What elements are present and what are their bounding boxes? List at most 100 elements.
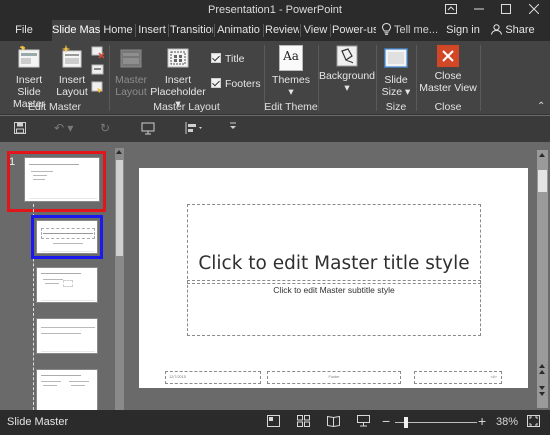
sign-in-link[interactable]: Sign in <box>445 20 481 41</box>
reading-view-icon[interactable] <box>327 415 340 430</box>
layout-thumbnail[interactable] <box>36 267 98 303</box>
tab-review[interactable]: Review <box>265 20 299 41</box>
master-slide-canvas[interactable]: Click to edit Master title style Click t… <box>139 168 528 388</box>
footer-placeholder[interactable]: Footer <box>267 371 401 384</box>
close-group-label: Close <box>434 101 462 113</box>
tab-home[interactable]: Home <box>102 20 134 41</box>
close-master-view-button[interactable]: Close Master View <box>418 45 478 94</box>
insert-placeholder-label-text: Placeholder <box>150 86 206 98</box>
thumb-title-line <box>41 327 95 328</box>
themes-icon-glyph: Aa <box>283 49 299 63</box>
thumb-text-line <box>69 381 89 382</box>
redo-icon[interactable]: ↻ <box>100 121 110 135</box>
close-window-button[interactable] <box>520 0 548 20</box>
fit-slide-icon[interactable] <box>527 415 540 430</box>
tell-me-label: Tell me... <box>394 24 439 36</box>
undo-icon[interactable]: ↶ ▾ <box>54 121 73 135</box>
tell-me-search[interactable]: Tell me... <box>382 20 444 41</box>
scroll-up-icon[interactable] <box>116 150 122 154</box>
thumbnail-scrollbar[interactable] <box>115 148 124 410</box>
slide-scrollbar[interactable] <box>537 150 548 408</box>
footers-checkbox[interactable]: Footers <box>211 78 261 90</box>
slide-sorter-icon[interactable] <box>297 415 310 430</box>
tab-slide-master[interactable]: Slide Mas <box>52 20 100 41</box>
customize-toolbar-icon[interactable] <box>229 120 237 135</box>
background-button[interactable]: Background ▾ <box>318 45 376 94</box>
share-button[interactable]: Share <box>485 20 541 41</box>
normal-view-icon[interactable] <box>267 415 280 430</box>
preserve-icon[interactable] <box>91 81 105 95</box>
background-styles-icon <box>336 45 358 67</box>
zoom-in-icon[interactable]: + <box>478 413 486 429</box>
maximize-button[interactable] <box>492 0 520 20</box>
tab-view[interactable]: View <box>302 20 329 41</box>
align-icon[interactable] <box>185 122 205 137</box>
rename-icon[interactable] <box>91 63 105 77</box>
insert-layout-label-2: Layout <box>56 86 88 98</box>
save-icon[interactable] <box>14 122 26 137</box>
thumbnail-pane: 1 <box>0 142 126 410</box>
tab-insert[interactable]: Insert <box>137 20 167 41</box>
insert-layout-icon <box>59 45 85 71</box>
master-subtitle-text[interactable]: Click to edit Master subtitle style <box>188 285 480 295</box>
previous-slide-icon[interactable] <box>539 370 545 374</box>
tab-power-user[interactable]: Power-us <box>332 20 376 41</box>
thumb-text-line <box>43 279 63 280</box>
slide-size-button[interactable]: Slide Size ▾ <box>378 45 414 98</box>
thumb-text-line <box>33 175 47 176</box>
thumb-title-line <box>41 273 81 274</box>
title-checkbox[interactable]: Title <box>211 53 244 65</box>
delete-slide-icon[interactable] <box>91 45 105 59</box>
tab-file[interactable]: File <box>8 20 40 41</box>
slide-show-icon[interactable] <box>357 415 370 430</box>
edit-theme-group-label: Edit Theme <box>264 101 318 113</box>
zoom-slider-handle[interactable] <box>404 417 408 428</box>
view-name: Slide Master <box>7 416 69 428</box>
thumb-text-line <box>71 385 85 386</box>
slide-number-placeholder[interactable]: <#> <box>414 371 502 384</box>
minimize-button[interactable] <box>465 0 493 20</box>
slide-number-text: <#> <box>490 375 497 379</box>
layout-thumbnail[interactable] <box>36 318 98 354</box>
title-layout-thumbnail[interactable] <box>36 220 98 254</box>
layout-thumbnail[interactable] <box>36 369 98 410</box>
thumb-text-line <box>41 381 61 382</box>
tab-transitions[interactable]: Transitior <box>170 20 213 41</box>
status-bar: Slide Master − + 38% <box>0 410 550 435</box>
insert-layout-button[interactable]: Insert Layout <box>56 45 88 98</box>
scrollbar-thumb[interactable] <box>116 160 123 256</box>
tab-separator <box>330 24 331 37</box>
checkbox-box[interactable] <box>211 78 221 88</box>
previous-slide-icon[interactable] <box>539 364 545 368</box>
zoom-out-icon[interactable]: − <box>382 413 390 429</box>
ribbon-display-icon[interactable] <box>437 0 465 20</box>
zoom-level[interactable]: 38% <box>496 416 518 428</box>
person-icon <box>491 22 503 41</box>
close-master-view-label-2: Master View <box>419 82 477 94</box>
date-placeholder[interactable]: 12/7/2015 <box>165 371 261 384</box>
master-layout-button[interactable]: Master Layout <box>112 45 150 98</box>
master-title-text[interactable]: Click to edit Master title style <box>188 253 480 274</box>
thumb-footer-line <box>29 198 97 199</box>
checkbox-box[interactable] <box>211 53 221 63</box>
size-group-label: Size <box>385 101 407 113</box>
insert-slide-master-icon <box>16 45 42 71</box>
title-placeholder[interactable]: Click to edit Master title style <box>187 204 481 284</box>
lightbulb-icon <box>382 22 392 41</box>
next-slide-icon[interactable] <box>539 392 545 396</box>
presenter-view-icon[interactable] <box>141 122 155 138</box>
slide-size-label-2: Size ▾ <box>378 86 414 98</box>
master-slide-thumbnail[interactable] <box>24 157 100 202</box>
scroll-up-icon[interactable] <box>539 153 545 157</box>
close-master-view-icon <box>437 45 459 67</box>
dropdown-arrow-icon: ▾ <box>405 86 411 98</box>
collapse-ribbon-icon[interactable]: ⌃ <box>537 101 545 112</box>
themes-button[interactable]: Aa Themes ▾ <box>268 45 314 98</box>
insert-layout-label-1: Insert <box>58 74 86 86</box>
next-slide-icon[interactable] <box>539 386 545 390</box>
scrollbar-thumb[interactable] <box>538 170 547 192</box>
dropdown-arrow-icon: ▾ <box>288 86 294 98</box>
subtitle-placeholder[interactable]: Click to edit Master subtitle style <box>187 280 481 336</box>
tab-animations[interactable]: Animatio <box>216 20 261 41</box>
close-master-view-label-1: Close <box>434 70 462 82</box>
